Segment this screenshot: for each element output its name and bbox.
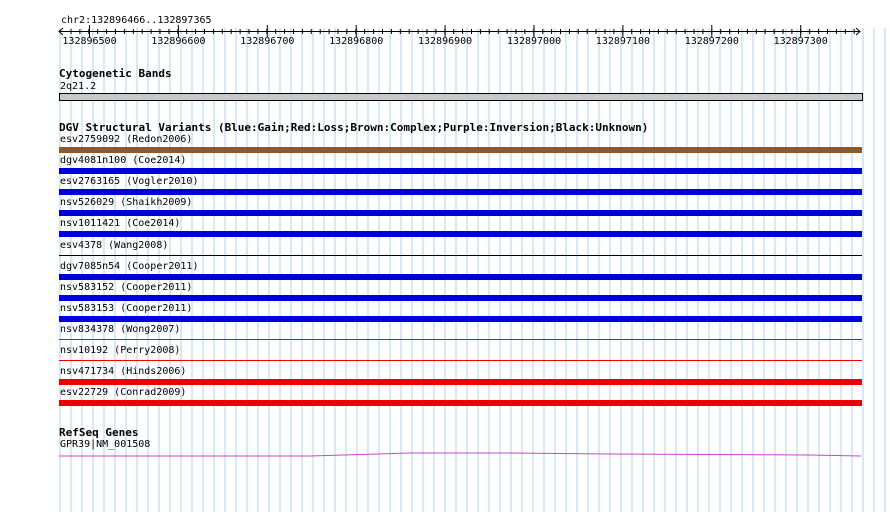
dgv-variant-bar[interactable]	[59, 254, 862, 256]
dgv-variant-bar[interactable]	[59, 315, 862, 322]
ruler-tick-label: 132896600	[151, 36, 205, 47]
gene-model[interactable]	[0, 448, 890, 464]
dgv-variant-label[interactable]: esv4378 (Wang2008)	[60, 240, 168, 252]
dgv-variant-label[interactable]: nsv583153 (Cooper2011)	[60, 303, 192, 315]
coordinate-ruler[interactable]: 132896500 132896600 132896700 132896800 1328…	[0, 0, 890, 60]
dgv-variant-bar[interactable]	[59, 147, 862, 153]
ruler-tick-label: 132896900	[418, 36, 472, 47]
ruler-tick-label: 132897000	[507, 36, 561, 47]
ruler-tick-label: 132896500	[62, 36, 116, 47]
dgv-variant-label[interactable]: nsv10192 (Perry2008)	[60, 345, 180, 357]
dgv-variant-label[interactable]: esv2763165 (Vogler2010)	[60, 176, 198, 188]
dgv-variant-bar[interactable]	[59, 273, 862, 280]
gene-intron-line	[59, 452, 862, 457]
dgv-variant-bar[interactable]	[59, 294, 862, 301]
dgv-track-title: DGV Structural Variants (Blue:Gain;Red:L…	[59, 121, 649, 134]
dgv-variant-bar[interactable]	[59, 210, 862, 217]
dgv-variant-label[interactable]: dgv7085n54 (Cooper2011)	[60, 261, 198, 273]
ruler-tick-label: 132896700	[240, 36, 294, 47]
ruler-tick-label: 132897200	[685, 36, 739, 47]
ruler-tick-label: 132897100	[596, 36, 650, 47]
dgv-variant-label[interactable]: esv22729 (Conrad2009)	[60, 387, 186, 399]
ruler-tick-label: 132897300	[774, 36, 828, 47]
dgv-variant-bar[interactable]	[59, 400, 862, 407]
dgv-variant-label[interactable]: esv2759092 (Redon2006)	[60, 134, 192, 146]
dgv-variant-bar[interactable]	[59, 360, 862, 361]
dgv-variant-label[interactable]: nsv1011421 (Coe2014)	[60, 218, 180, 230]
dgv-variant-bar[interactable]	[59, 231, 862, 238]
ruler-tick-label: 132896800	[329, 36, 383, 47]
dgv-variant-bar[interactable]	[59, 168, 862, 175]
cytoband-bar[interactable]	[59, 93, 863, 101]
dgv-variant-label[interactable]: nsv583152 (Cooper2011)	[60, 282, 192, 294]
dgv-variant-label[interactable]: dgv4081n100 (Coe2014)	[60, 155, 186, 167]
cytoband-track-title: Cytogenetic Bands	[59, 67, 172, 80]
dgv-variant-label[interactable]: nsv526029 (Shaikh2009)	[60, 197, 192, 209]
cytoband-label: 2q21.2	[60, 81, 97, 92]
dgv-variant-label[interactable]: nsv471734 (Hinds2006)	[60, 366, 186, 378]
dgv-variant-bar[interactable]	[59, 189, 862, 196]
dgv-variant-bar[interactable]	[59, 338, 862, 340]
dgv-variant-label[interactable]: nsv834378 (Wong2007)	[60, 324, 180, 336]
dgv-variant-bar[interactable]	[59, 379, 862, 386]
refseq-track-title: RefSeq Genes	[59, 426, 139, 439]
